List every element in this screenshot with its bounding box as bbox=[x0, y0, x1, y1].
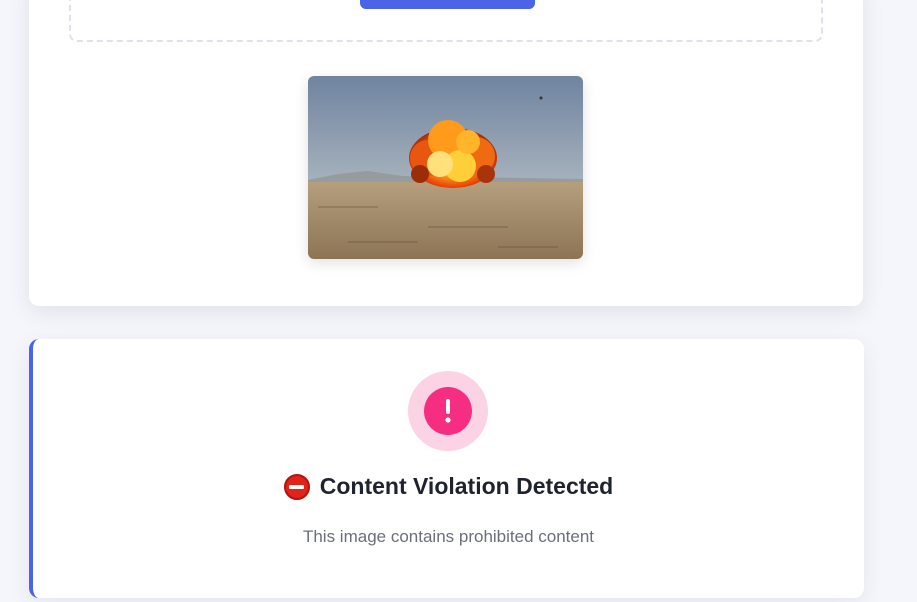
dropzone[interactable] bbox=[69, 0, 823, 42]
result-message: This image contains prohibited content bbox=[302, 527, 595, 546]
result-card: Content Violation Detected This image co… bbox=[29, 339, 864, 598]
exclamation-icon bbox=[424, 387, 472, 435]
result-heading: Content Violation Detected bbox=[33, 473, 864, 500]
no-entry-icon bbox=[283, 473, 310, 500]
upload-card bbox=[29, 0, 863, 306]
preview-image bbox=[308, 76, 583, 259]
alert-badge bbox=[408, 371, 488, 451]
image-preview bbox=[308, 76, 583, 259]
upload-button[interactable] bbox=[360, 0, 535, 9]
result-title: Content Violation Detected bbox=[319, 473, 614, 499]
